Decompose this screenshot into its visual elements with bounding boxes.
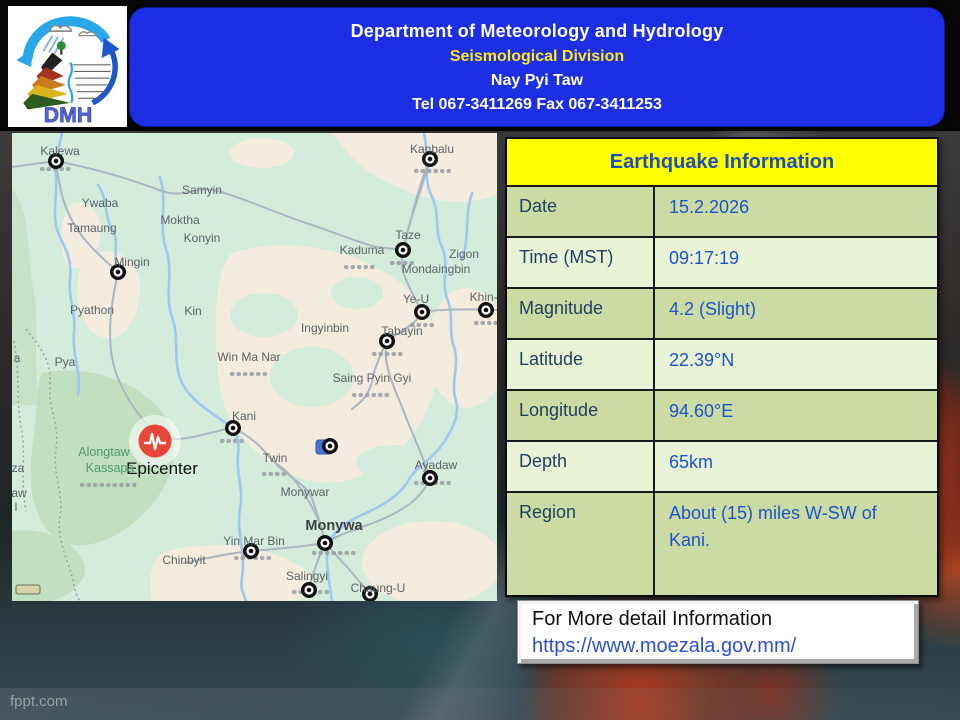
map-label-ywaba: Ywaba [82,196,119,210]
row-label-magnitude: Magnitude [507,289,655,338]
epicenter-label: Epicenter [126,459,198,478]
map-label-ye-u: Ye-U [403,292,429,306]
fppt-watermark: fppt.com [10,693,68,710]
map-label-kanbalu: Kanbalu [410,142,454,156]
tree-icon [56,41,65,54]
rise-arc-icon [92,49,115,103]
row-label-region: Region [507,493,655,595]
map-label-chinbyit: Chinbyit [162,553,206,567]
division-title: Seismological Division [450,48,624,66]
map-label-konyin: Konyin [184,231,221,245]
row-value-depth: 65km [655,442,937,491]
row-value-date: 15.2.2026 [655,187,937,236]
map-label-tabayin: Tabayin [381,324,422,338]
map-label-pya: Pya [55,355,76,369]
row-value-latitude: 22.39°N [655,340,937,389]
map-label-samyin: Samyin [182,183,222,197]
map-label-monywa: Monywa [305,518,363,534]
dmh-logo-graphic: DMH [12,10,124,124]
town-marker-taze [395,242,411,258]
map-label-kani: Kani [232,409,256,423]
table-row: Time (MST) 09:17:19 [507,236,937,287]
footer-band [0,688,960,720]
map-label-zigon: Zigon [449,247,479,261]
map-label-mingin: Mingin [114,255,149,269]
map-label-moktha: Moktha [160,213,200,227]
map-label-aw: aw [12,486,27,500]
more-info-box: For More detail Information https://www.… [517,600,919,664]
map-label-taze: Taze [395,228,421,242]
map-label-ayadaw: Ayadaw [415,458,458,472]
table-row: Date 15.2.2026 [507,185,937,236]
map-scale-bar [16,585,40,594]
town-marker-khin-u [478,302,494,318]
table-row: Longitude 94.60°E [507,389,937,440]
row-label-date: Date [507,187,655,236]
table-row: Region About (15) miles W-SW of Kani. [507,491,937,595]
town-marker-monywa [317,535,333,551]
map-label-alongtaw: Alongtaw [78,445,130,459]
map-label-l: l [15,500,18,514]
org-location: Nay Pyi Taw [491,72,583,90]
map-label-salingyi: Salingyi [286,569,328,583]
map-label-mondaingbin: Mondaingbin [402,262,471,276]
row-value-time: 09:17:19 [655,238,937,287]
table-row: Depth 65km [507,440,937,491]
more-info-text: For More detail Information [532,606,904,633]
map-label-kalewa: Kalewa [40,144,80,158]
header-banner: Department of Meteorology and Hydrology … [130,8,944,126]
map-label-a: a [14,351,21,365]
epicenter-dot [139,425,172,458]
dmh-logo-text: DMH [43,102,91,123]
org-contact: Tel 067-3411269 Fax 067-3411253 [412,96,662,114]
dmh-logo: DMH [8,6,127,127]
epicenter-map: Epicenter Kalewa Kanbalu Samyin Ywaba Moktha… [12,133,497,601]
row-label-time: Time (MST) [507,238,655,287]
table-row: Latitude 22.39°N [507,338,937,389]
row-label-latitude: Latitude [507,340,655,389]
more-info-url[interactable]: https://www.moezala.gov.mm/ [532,633,904,660]
earthquake-info-table: Earthquake Information Date 15.2.2026 Ti… [505,137,939,597]
town-marker-salingyi [301,582,317,598]
town-marker-ye-u [414,304,430,320]
map-label-za: za [12,461,25,475]
map-label-pyathon: Pyathon [70,303,114,317]
slide: DMH Department of Meteorology and Hydrol… [0,0,960,720]
row-label-depth: Depth [507,442,655,491]
org-title: Department of Meteorology and Hydrology [351,21,724,42]
map-label-tamaung: Tamaung [67,221,116,235]
map-label-kin: Kin [184,304,201,318]
map-label-win-ma-nar: Win Ma Nar [217,350,280,364]
shoreline-icon [68,62,72,102]
row-value-region: About (15) miles W-SW of Kani. [655,493,923,595]
map-label-twin: Twin [263,451,288,465]
map-label-kassapa: Kassapa [86,461,135,475]
row-label-longitude: Longitude [507,391,655,440]
map-label-ingyinbin: Ingyinbin [301,321,349,335]
map-label-khin-u: Khin-U [470,290,497,304]
row-value-magnitude: 4.2 (Slight) [655,289,937,338]
map-label-chaung-u: Chaung-U [351,581,406,595]
town-marker-road-junction [316,438,338,454]
map-label-kaduma: Kaduma [340,243,385,257]
table-title: Earthquake Information [507,139,937,185]
table-row: Magnitude 4.2 (Slight) [507,287,937,338]
map-label-monywar: Monywar [281,485,330,499]
map-label-saing-pyin-gyi: Saing Pyin Gyi [333,371,412,385]
map-label-yin-mar-bin: Yin Mar Bin [223,534,285,548]
town-marker-ayadaw [422,470,438,486]
row-value-longitude: 94.60°E [655,391,937,440]
